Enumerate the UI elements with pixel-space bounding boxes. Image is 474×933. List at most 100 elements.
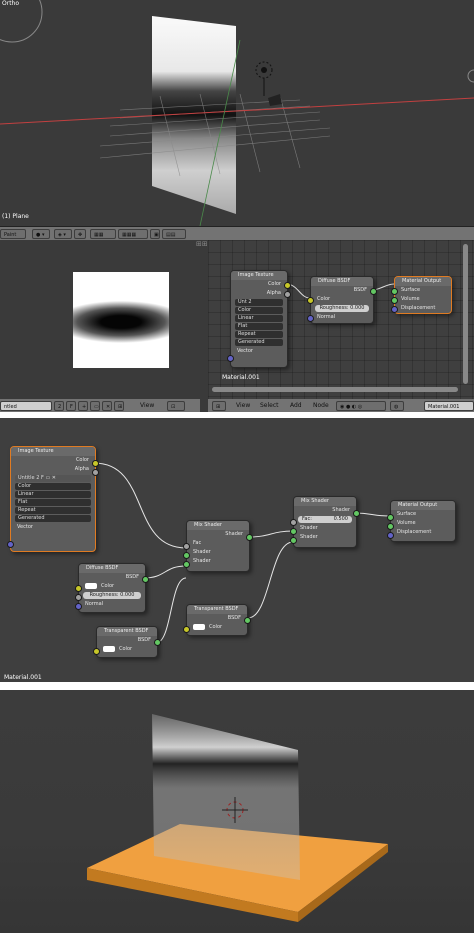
- uv-icon[interactable]: ⊡: [167, 401, 185, 411]
- fac-input-socket[interactable]: [290, 519, 297, 526]
- displacement-input-socket[interactable]: [387, 532, 394, 539]
- material-browse-icon[interactable]: ◍: [390, 401, 404, 411]
- volume-input-socket[interactable]: [391, 297, 398, 304]
- normal-input-label: Normal: [317, 314, 336, 320]
- normal-input-socket[interactable]: [75, 603, 82, 610]
- shader-input-socket-2[interactable]: [183, 561, 190, 568]
- bsdf-output-socket[interactable]: [370, 288, 377, 295]
- image-name-field[interactable]: ntled: [0, 401, 52, 411]
- color-input-socket[interactable]: [183, 626, 190, 633]
- view-menu[interactable]: View: [140, 402, 154, 409]
- new-image-icon[interactable]: +: [78, 401, 88, 411]
- color-input-socket[interactable]: [75, 585, 82, 592]
- color-output-socket[interactable]: [284, 282, 291, 289]
- surface-input-socket[interactable]: [391, 288, 398, 295]
- 3d-viewport[interactable]: Ortho (1) Plane: [0, 0, 474, 226]
- color-input-socket[interactable]: [93, 648, 100, 655]
- material-label: Material.001: [222, 374, 260, 381]
- manipulator-icon[interactable]: ✥: [74, 229, 86, 239]
- close-image-icon[interactable]: ✕: [102, 401, 112, 411]
- shader-input-socket-1[interactable]: [183, 552, 190, 559]
- image-name-field[interactable]: Unt 2: [235, 299, 283, 306]
- small-node-editor[interactable]: Image Texture Color Alpha Unt 2 Color Li…: [208, 240, 474, 412]
- bsdf-output-socket[interactable]: [142, 576, 149, 583]
- source-select[interactable]: Generated: [15, 515, 91, 522]
- color-input: Color: [79, 582, 145, 591]
- roughness-field[interactable]: Roughness: 0.000: [83, 592, 141, 599]
- editor-type-icon[interactable]: ⊞: [114, 401, 124, 411]
- fake-user-icon[interactable]: F: [66, 401, 76, 411]
- bsdf-output-socket[interactable]: [244, 617, 251, 624]
- shader-output-socket[interactable]: [246, 534, 253, 541]
- node-menu[interactable]: Node: [313, 402, 329, 409]
- displacement-input-socket[interactable]: [391, 306, 398, 313]
- fac-field[interactable]: Fac: 0.500: [298, 516, 352, 523]
- projection-select[interactable]: Flat: [235, 323, 283, 330]
- view-menu[interactable]: View: [236, 402, 250, 409]
- color-swatch[interactable]: [103, 645, 115, 652]
- vertical-scrollbar[interactable]: [463, 244, 468, 384]
- surface-input-socket[interactable]: [387, 514, 394, 521]
- small-material-output-node[interactable]: Material Output Surface Volume Displacem…: [391, 276, 452, 314]
- vector-input-label: Vector: [237, 348, 253, 354]
- alpha-output-socket[interactable]: [284, 291, 291, 298]
- interpolation-select[interactable]: Linear: [15, 491, 91, 498]
- shader-input-socket-1[interactable]: [290, 528, 297, 535]
- source-select[interactable]: Generated: [235, 339, 283, 346]
- add-menu[interactable]: Add: [290, 402, 302, 409]
- layer-buttons-a[interactable]: ▦▦: [90, 229, 116, 239]
- shading-select[interactable]: ● ▾: [32, 229, 50, 239]
- diffuse-bsdf-node[interactable]: Diffuse BSDF BSDF Color Roughness: 0.000…: [75, 563, 149, 613]
- interpolation-select[interactable]: Linear: [235, 315, 283, 322]
- select-menu[interactable]: Select: [260, 402, 279, 409]
- color-input-socket[interactable]: [307, 297, 314, 304]
- roughness-field[interactable]: Roughness: 0.000: [315, 305, 369, 312]
- fac-input-socket[interactable]: [183, 543, 190, 550]
- node-editor[interactable]: Image Texture Color Alpha Untitle 2 F ▭ …: [0, 418, 474, 682]
- material-name-field[interactable]: Material.001: [424, 401, 474, 411]
- image-editor[interactable]: ntled 2 F + ▭ ✕ ⊞ View ⊡: [0, 240, 200, 412]
- transparent-bsdf-node-1[interactable]: Transparent BSDF BSDF Color: [93, 626, 161, 658]
- roughness-input-socket[interactable]: [75, 594, 82, 601]
- open-image-icon[interactable]: ▭: [90, 401, 100, 411]
- normal-input-socket[interactable]: [307, 315, 314, 322]
- snap-icons[interactable]: ▤▤: [162, 229, 186, 239]
- layer-buttons-b[interactable]: ▦▦▦: [118, 229, 148, 239]
- color-space-select[interactable]: Color: [15, 483, 91, 490]
- color-space-select[interactable]: Color: [235, 307, 283, 314]
- projection-select[interactable]: Flat: [15, 499, 91, 506]
- small-image-texture-node[interactable]: Image Texture Color Alpha Unt 2 Color Li…: [227, 270, 291, 368]
- shader-type-icons[interactable]: ◉ ● ◐ ◎: [336, 401, 386, 411]
- extension-select[interactable]: Repeat: [235, 331, 283, 338]
- mix-shader-node-2[interactable]: Mix Shader Shader Fac: 0.500 Shader Shade…: [290, 496, 360, 548]
- image-name-field[interactable]: Untitle 2 F ▭ ✕: [15, 475, 91, 482]
- vector-input-socket[interactable]: [7, 541, 14, 548]
- alpha-output-label: Alpha: [266, 290, 281, 296]
- small-diffuse-node[interactable]: Diffuse BSDF BSDF Color Roughness: 0.000…: [307, 276, 377, 324]
- color-swatch[interactable]: [193, 623, 205, 630]
- image-texture-node[interactable]: Image Texture Color Alpha Untitle 2 F ▭ …: [7, 446, 99, 552]
- color-output-socket[interactable]: [92, 460, 99, 467]
- node-title: Transparent BSDF: [187, 605, 247, 614]
- color-swatch[interactable]: [85, 582, 97, 589]
- alpha-output-socket[interactable]: [92, 469, 99, 476]
- volume-input-socket[interactable]: [387, 523, 394, 530]
- transparent-bsdf-node-2[interactable]: Transparent BSDF BSDF Color: [183, 604, 251, 636]
- area-split-handle[interactable]: ⊞⊞: [196, 240, 208, 254]
- shader-output-socket[interactable]: [353, 510, 360, 517]
- normal-input-label: Normal: [85, 601, 104, 607]
- lamp-icon[interactable]: [261, 67, 267, 73]
- horizontal-scrollbar[interactable]: [212, 387, 458, 392]
- mode-select[interactable]: Paint: [0, 229, 26, 239]
- shader-input-socket-2[interactable]: [290, 537, 297, 544]
- smoke-plane-render: [152, 714, 300, 880]
- vector-input-socket[interactable]: [227, 355, 234, 362]
- mix-shader-node-1[interactable]: Mix Shader Shader Fac Shader Shader: [183, 520, 253, 572]
- editor-type-icon[interactable]: ⊞: [212, 401, 226, 411]
- render-icon[interactable]: ▣: [150, 229, 160, 239]
- camera-icon[interactable]: [268, 94, 282, 106]
- pivot-select[interactable]: ◈ ▾: [54, 229, 72, 239]
- extension-select[interactable]: Repeat: [15, 507, 91, 514]
- bsdf-output-socket[interactable]: [154, 639, 161, 646]
- material-output-node[interactable]: Material Output Surface Volume Displacem…: [387, 500, 456, 542]
